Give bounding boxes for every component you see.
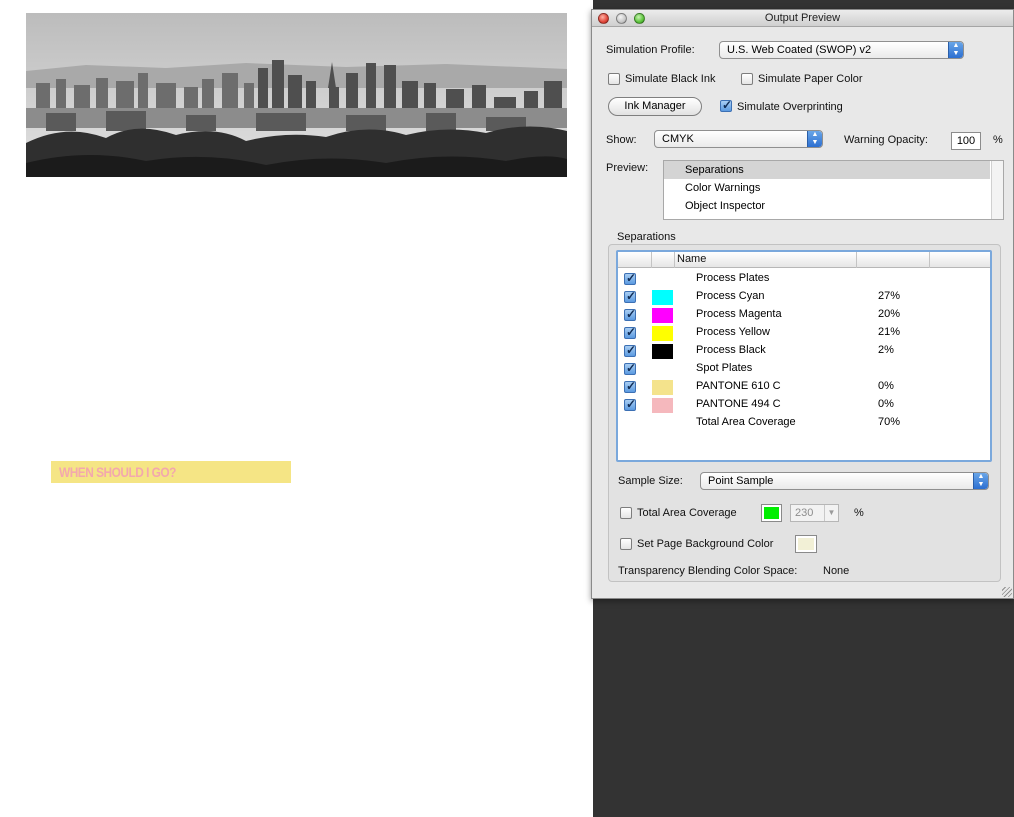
separations-table-header: Name [618, 252, 990, 268]
separation-name: Spot Plates [696, 362, 753, 374]
separation-row-process-magenta[interactable]: Process Magenta 20% [618, 306, 990, 324]
separation-visible-checkbox[interactable] [624, 271, 636, 285]
show-value: CMYK [662, 133, 694, 145]
yellow-swatch [652, 326, 673, 341]
separation-row-process-yellow[interactable]: Process Yellow 21% [618, 324, 990, 342]
name-column-header[interactable]: Name [677, 253, 706, 265]
separation-row-pantone-610[interactable]: PANTONE 610 C 0% [618, 378, 990, 396]
show-label: Show: [606, 134, 637, 146]
coverage-color-swatch[interactable] [761, 504, 782, 522]
header-divider [651, 252, 652, 268]
separations-table[interactable]: Name Process Plates Process Cyan 27% Pro… [616, 250, 992, 462]
preview-scrollbar[interactable] [991, 161, 1003, 219]
show-select[interactable]: CMYK ▲ ▼ [654, 130, 823, 148]
preview-label: Preview: [606, 162, 649, 174]
separation-coverage: 0% [878, 380, 894, 392]
separation-row-process-cyan[interactable]: Process Cyan 27% [618, 288, 990, 306]
preview-item-object-inspector[interactable]: Object Inspector [664, 197, 990, 215]
separation-row-process-plates[interactable]: Process Plates [618, 270, 990, 288]
chevron-down-icon[interactable]: ▼ [824, 505, 838, 521]
coverage-value-combo[interactable]: 230 ▼ [790, 504, 839, 522]
preview-list[interactable]: Separations Color Warnings Object Inspec… [663, 160, 1004, 220]
separation-row-process-black[interactable]: Process Black 2% [618, 342, 990, 360]
separation-name: Process Magenta [696, 308, 782, 320]
separation-visible-checkbox[interactable] [624, 343, 636, 357]
output-preview-panel: Output Preview Simulation Profile: U.S. … [591, 9, 1014, 599]
total-area-coverage-checkbox[interactable] [620, 507, 632, 519]
city-skyline-photo [26, 13, 567, 177]
pantone-610-swatch [652, 380, 673, 395]
separation-row-total-area-coverage: Total Area Coverage 70% [618, 414, 990, 432]
separation-coverage: 0% [878, 398, 894, 410]
simulate-black-ink-label: Simulate Black Ink [625, 73, 716, 85]
separation-coverage: 20% [878, 308, 901, 320]
coverage-unit: % [854, 507, 864, 519]
separation-name: Process Yellow [696, 326, 770, 338]
coverage-color-fill [764, 507, 779, 519]
ink-manager-button[interactable]: Ink Manager [608, 97, 702, 116]
separation-row-spot-plates[interactable]: Spot Plates [618, 360, 990, 378]
chevron-updown-icon: ▲ ▼ [807, 131, 822, 147]
separation-visible-checkbox[interactable] [624, 325, 636, 339]
separation-coverage: 70% [878, 416, 901, 428]
page-background-checkbox[interactable] [620, 538, 632, 550]
simulate-paper-color-checkbox[interactable] [741, 73, 753, 85]
chevron-updown-icon: ▲ ▼ [948, 42, 963, 58]
separation-coverage: 21% [878, 326, 901, 338]
separation-name: Process Plates [696, 272, 770, 284]
simulation-profile-value: U.S. Web Coated (SWOP) v2 [727, 44, 872, 56]
separation-visible-checkbox[interactable] [624, 361, 636, 375]
panel-title: Output Preview [764, 12, 841, 24]
separation-name: Process Cyan [696, 290, 765, 302]
separation-name: PANTONE 494 C [696, 398, 781, 410]
header-divider [856, 252, 857, 268]
warning-opacity-input[interactable]: 100 [951, 132, 981, 150]
separation-name: PANTONE 610 C [696, 380, 781, 392]
sample-size-select[interactable]: Point Sample ▲ ▼ [700, 472, 989, 490]
simulate-black-ink-checkbox[interactable] [608, 73, 620, 85]
separation-coverage: 2% [878, 344, 894, 356]
header-divider [674, 252, 675, 268]
black-swatch [652, 344, 673, 359]
section-heading: WHEN SHOULD I GO? [59, 464, 176, 480]
simulation-profile-select[interactable]: U.S. Web Coated (SWOP) v2 ▲ ▼ [719, 41, 964, 59]
coverage-value: 230 [795, 507, 814, 519]
chevron-updown-icon: ▲ ▼ [973, 473, 988, 489]
total-area-coverage-label: Total Area Coverage [637, 507, 737, 519]
simulate-overprinting-checkbox[interactable] [720, 98, 732, 112]
separation-row-pantone-494[interactable]: PANTONE 494 C 0% [618, 396, 990, 414]
preview-item-separations[interactable]: Separations [664, 161, 990, 179]
transparency-label: Transparency Blending Color Space: [618, 565, 798, 577]
section-heading-box: WHEN SHOULD I GO? [51, 461, 291, 483]
preview-item-color-warnings[interactable]: Color Warnings [664, 179, 990, 197]
page-background-fill [798, 538, 814, 550]
warning-opacity-label: Warning Opacity: [844, 134, 928, 146]
panel-titlebar[interactable]: Output Preview [592, 10, 1013, 27]
cyan-swatch [652, 290, 673, 305]
separations-group-label: Separations [617, 231, 676, 243]
separation-visible-checkbox[interactable] [624, 289, 636, 303]
separation-visible-checkbox[interactable] [624, 397, 636, 411]
pantone-494-swatch [652, 398, 673, 413]
simulation-profile-label: Simulation Profile: [606, 44, 695, 56]
sample-size-label: Sample Size: [618, 475, 683, 487]
page-background-label: Set Page Background Color [637, 538, 774, 550]
skyline-image [26, 13, 567, 177]
separation-name: Process Black [696, 344, 766, 356]
resize-grip-icon[interactable] [1002, 587, 1012, 597]
simulate-paper-color-label: Simulate Paper Color [758, 73, 863, 85]
header-divider [929, 252, 930, 268]
sample-size-value: Point Sample [708, 475, 774, 487]
separation-coverage: 27% [878, 290, 901, 302]
separation-name: Total Area Coverage [696, 416, 796, 428]
document-canvas: WHEN SHOULD I GO? [0, 0, 593, 817]
warning-opacity-unit: % [993, 134, 1003, 146]
separation-visible-checkbox[interactable] [624, 307, 636, 321]
page-background-swatch[interactable] [795, 535, 817, 553]
magenta-swatch [652, 308, 673, 323]
transparency-value: None [823, 565, 850, 577]
separation-visible-checkbox[interactable] [624, 379, 636, 393]
simulate-overprinting-label: Simulate Overprinting [737, 101, 843, 113]
